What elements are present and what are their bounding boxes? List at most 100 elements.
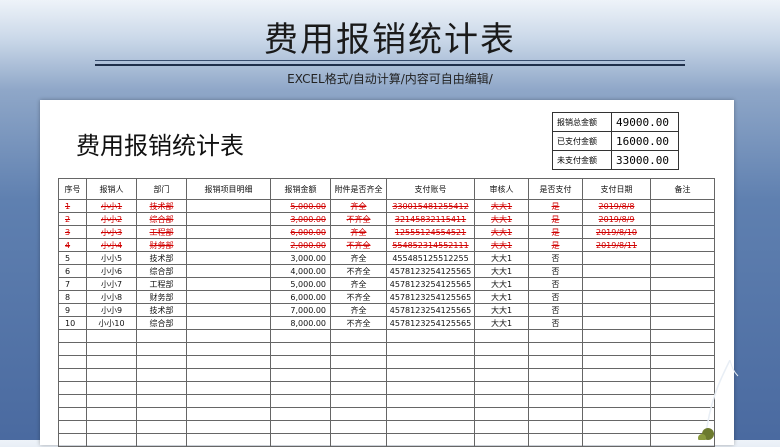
cell-no[interactable]: 10 [58, 316, 87, 330]
cell-date[interactable] [582, 264, 651, 278]
empty-cell[interactable] [528, 407, 583, 421]
cell-date[interactable] [582, 316, 651, 330]
cell-dept[interactable]: 工程部 [136, 225, 187, 239]
cell-amount[interactable]: 5,000.00 [270, 199, 331, 213]
empty-cell[interactable] [86, 355, 137, 369]
cell-paid[interactable]: 否 [528, 303, 583, 317]
empty-cell[interactable] [528, 355, 583, 369]
cell-account[interactable]: 4578123254125565 [386, 316, 475, 330]
empty-cell[interactable] [136, 381, 187, 395]
empty-cell[interactable] [474, 329, 529, 343]
column-header[interactable]: 部门 [136, 178, 187, 200]
empty-cell[interactable] [58, 342, 87, 356]
cell-account[interactable]: 4578123254125565 [386, 277, 475, 291]
empty-cell[interactable] [270, 394, 331, 408]
column-header[interactable]: 报销金额 [270, 178, 331, 200]
empty-cell[interactable] [582, 433, 651, 447]
summary-value[interactable]: 49000.00 [611, 112, 679, 132]
cell-person[interactable]: 小小10 [86, 316, 137, 330]
cell-auditor[interactable]: 大大1 [474, 238, 529, 252]
empty-cell[interactable] [186, 420, 271, 434]
cell-dept[interactable]: 综合部 [136, 212, 187, 226]
summary-value[interactable]: 16000.00 [611, 131, 679, 151]
cell-auditor[interactable]: 大大1 [474, 199, 529, 213]
empty-cell[interactable] [386, 329, 475, 343]
column-header[interactable]: 审核人 [474, 178, 529, 200]
cell-auditor[interactable]: 大大1 [474, 290, 529, 304]
empty-cell[interactable] [186, 394, 271, 408]
cell-amount[interactable]: 4,000.00 [270, 264, 331, 278]
cell-attach[interactable]: 齐全 [330, 303, 387, 317]
cell-auditor[interactable]: 大大1 [474, 251, 529, 265]
empty-cell[interactable] [270, 368, 331, 382]
cell-dept[interactable]: 技术部 [136, 199, 187, 213]
empty-cell[interactable] [330, 355, 387, 369]
cell-paid[interactable]: 是 [528, 199, 583, 213]
empty-cell[interactable] [474, 381, 529, 395]
cell-detail[interactable] [186, 251, 271, 265]
cell-dept[interactable]: 技术部 [136, 251, 187, 265]
cell-date[interactable] [582, 251, 651, 265]
cell-account[interactable]: 330015481255412 [386, 199, 475, 213]
cell-auditor[interactable]: 大大1 [474, 277, 529, 291]
column-header[interactable]: 序号 [58, 178, 87, 200]
cell-account[interactable]: 4578123254125565 [386, 303, 475, 317]
cell-paid[interactable]: 否 [528, 264, 583, 278]
cell-detail[interactable] [186, 238, 271, 252]
empty-cell[interactable] [186, 368, 271, 382]
cell-note[interactable] [650, 316, 715, 330]
cell-attach[interactable]: 不齐全 [330, 290, 387, 304]
cell-paid[interactable]: 否 [528, 290, 583, 304]
empty-cell[interactable] [330, 433, 387, 447]
empty-cell[interactable] [582, 381, 651, 395]
cell-amount[interactable]: 6,000.00 [270, 225, 331, 239]
cell-dept[interactable]: 财务部 [136, 238, 187, 252]
empty-cell[interactable] [528, 368, 583, 382]
cell-dept[interactable]: 工程部 [136, 277, 187, 291]
summary-label[interactable]: 已支付金额 [552, 131, 612, 151]
cell-dept[interactable]: 技术部 [136, 303, 187, 317]
empty-cell[interactable] [528, 420, 583, 434]
cell-attach[interactable]: 不齐全 [330, 238, 387, 252]
empty-cell[interactable] [58, 355, 87, 369]
empty-cell[interactable] [58, 433, 87, 447]
cell-amount[interactable]: 8,000.00 [270, 316, 331, 330]
empty-cell[interactable] [474, 407, 529, 421]
cell-no[interactable]: 5 [58, 251, 87, 265]
cell-attach[interactable]: 不齐全 [330, 264, 387, 278]
empty-cell[interactable] [58, 368, 87, 382]
cell-account[interactable]: 4578123254125565 [386, 264, 475, 278]
empty-cell[interactable] [582, 420, 651, 434]
empty-cell[interactable] [474, 394, 529, 408]
cell-person[interactable]: 小小9 [86, 303, 137, 317]
empty-cell[interactable] [186, 342, 271, 356]
cell-date[interactable]: 2019/8/9 [582, 212, 651, 226]
cell-note[interactable] [650, 277, 715, 291]
cell-account[interactable]: 455485125512255 [386, 251, 475, 265]
summary-label[interactable]: 报销总金额 [552, 112, 612, 132]
empty-cell[interactable] [474, 420, 529, 434]
empty-cell[interactable] [270, 342, 331, 356]
cell-attach[interactable]: 不齐全 [330, 212, 387, 226]
cell-no[interactable]: 6 [58, 264, 87, 278]
cell-paid[interactable]: 否 [528, 277, 583, 291]
empty-cell[interactable] [474, 355, 529, 369]
cell-auditor[interactable]: 大大1 [474, 303, 529, 317]
empty-cell[interactable] [528, 394, 583, 408]
empty-cell[interactable] [386, 368, 475, 382]
empty-cell[interactable] [386, 381, 475, 395]
cell-date[interactable]: 2019/8/10 [582, 225, 651, 239]
cell-paid[interactable]: 是 [528, 225, 583, 239]
cell-note[interactable] [650, 238, 715, 252]
empty-cell[interactable] [136, 433, 187, 447]
empty-cell[interactable] [270, 355, 331, 369]
cell-attach[interactable]: 齐全 [330, 199, 387, 213]
cell-dept[interactable]: 财务部 [136, 290, 187, 304]
empty-cell[interactable] [528, 329, 583, 343]
empty-cell[interactable] [330, 329, 387, 343]
cell-auditor[interactable]: 大大1 [474, 212, 529, 226]
cell-date[interactable] [582, 277, 651, 291]
cell-account[interactable]: 32145832115411 [386, 212, 475, 226]
cell-note[interactable] [650, 303, 715, 317]
cell-amount[interactable]: 2,000.00 [270, 238, 331, 252]
